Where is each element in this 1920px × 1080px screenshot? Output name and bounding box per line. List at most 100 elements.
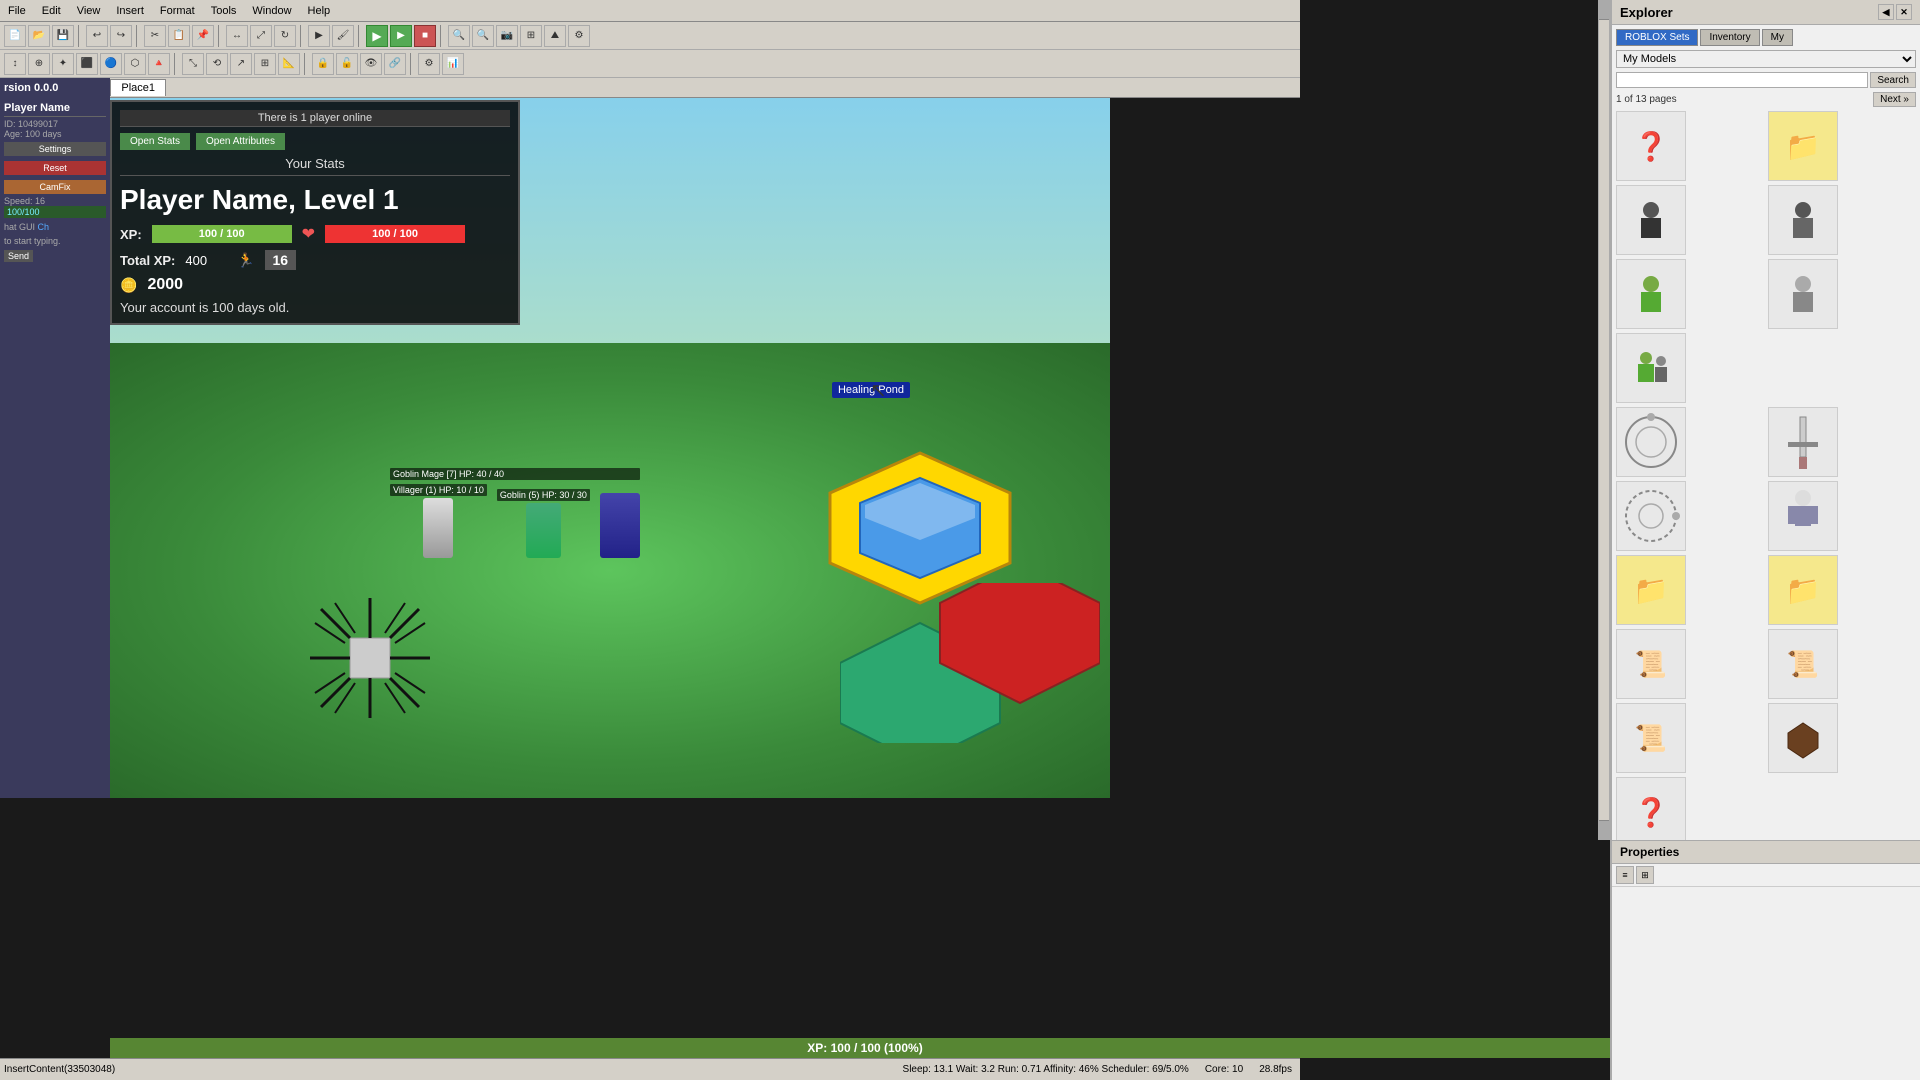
tb2-3[interactable]: ✦ — [52, 53, 74, 75]
search-input[interactable] — [1616, 72, 1868, 88]
model-thumb-question[interactable]: ❓ — [1616, 777, 1686, 847]
next-page-btn[interactable]: Next » — [1873, 92, 1916, 107]
model-thumb-5[interactable] — [1616, 259, 1686, 329]
model-thumb-4[interactable] — [1768, 185, 1838, 255]
model-thumb-orbit2[interactable] — [1616, 481, 1686, 551]
explorer-panel: Explorer ◀ ✕ ROBLOX Sets Inventory My My… — [1610, 0, 1920, 840]
tb-grid[interactable]: ⊞ — [520, 25, 542, 47]
menu-view[interactable]: View — [69, 3, 109, 19]
tb-undo[interactable]: ↩ — [86, 25, 108, 47]
tb2-5[interactable]: 🔵 — [100, 53, 122, 75]
play-button[interactable]: ▶ — [366, 25, 388, 47]
tb-paint[interactable]: 🖌 — [332, 25, 354, 47]
tb-save[interactable]: 💾 — [52, 25, 74, 47]
tb-select[interactable]: ▶ — [308, 25, 330, 47]
tb2-17[interactable]: ⚙ — [418, 53, 440, 75]
tb-cut[interactable]: ✂ — [144, 25, 166, 47]
tb2-9[interactable]: ⟲ — [206, 53, 228, 75]
statusbar-cores: Core: 10 — [1197, 1064, 1251, 1075]
gold-row: 🪙 2000 — [120, 276, 510, 294]
tab-place1[interactable]: Place1 — [110, 79, 166, 96]
open-attributes-btn[interactable]: Open Attributes — [196, 133, 285, 150]
explorer-pin-btn[interactable]: ◀ — [1878, 4, 1894, 20]
models-select[interactable]: My Models — [1616, 50, 1916, 68]
model-thumb-scroll1[interactable]: 📜 — [1616, 629, 1686, 699]
tb2-12[interactable]: 📐 — [278, 53, 300, 75]
tb-rotate[interactable]: ↻ — [274, 25, 296, 47]
tb2-10[interactable]: ↗ — [230, 53, 252, 75]
tb-terrain[interactable]: ⛰ — [544, 25, 566, 47]
lp-age: Age: 100 days — [4, 129, 106, 139]
tab-inventory[interactable]: Inventory — [1700, 29, 1759, 46]
menu-tools[interactable]: Tools — [203, 3, 245, 19]
menu-edit[interactable]: Edit — [34, 3, 69, 19]
search-button[interactable]: Search — [1870, 72, 1916, 88]
model-thumb-3[interactable] — [1616, 185, 1686, 255]
statusbar-left: InsertContent(33503048) — [0, 1064, 895, 1075]
model-thumb-scroll3[interactable]: 📜 — [1616, 703, 1686, 773]
tab-roblox-sets[interactable]: ROBLOX Sets — [1616, 29, 1698, 46]
tb-camera[interactable]: 📷 — [496, 25, 518, 47]
total-xp-value: 400 — [185, 253, 207, 268]
model-thumb-orbit1[interactable] — [1616, 407, 1686, 477]
open-stats-btn[interactable]: Open Stats — [120, 133, 190, 150]
statusbar-right: Sleep: 13.1 Wait: 3.2 Run: 0.71 Affinity… — [895, 1064, 1197, 1075]
tb-scale[interactable]: ⤢ — [250, 25, 272, 47]
tb-move[interactable]: ↔ — [226, 25, 248, 47]
tb2-16[interactable]: 🔗 — [384, 53, 406, 75]
lp-camfix-btn[interactable]: CamFix — [4, 180, 106, 194]
tb-zoom-in[interactable]: 🔍 — [448, 25, 470, 47]
lp-send-btn[interactable]: Send — [4, 250, 33, 262]
tb2-6[interactable]: ⬡ — [124, 53, 146, 75]
tb-open[interactable]: 📂 — [28, 25, 50, 47]
tb-copy[interactable]: 📋 — [168, 25, 190, 47]
tb2-4[interactable]: ⬛ — [76, 53, 98, 75]
model-thumb-folder2[interactable]: 📁 — [1768, 555, 1838, 625]
explorer-header: Explorer ◀ ✕ — [1612, 0, 1920, 25]
explorer-close-btn[interactable]: ✕ — [1896, 4, 1912, 20]
stop-button[interactable]: ■ — [414, 25, 436, 47]
pp-sort-btn[interactable]: ≡ — [1616, 866, 1634, 884]
scroll3-icon: 📜 — [1635, 723, 1667, 754]
level-icon: 🏃 — [237, 252, 254, 269]
tb-zoom-out[interactable]: 🔍 — [472, 25, 494, 47]
model-thumb-1[interactable]: ❓ — [1616, 111, 1686, 181]
model-thumb-brown-block[interactable] — [1768, 703, 1838, 773]
menu-window[interactable]: Window — [244, 3, 299, 19]
play-here-button[interactable]: ▶ — [390, 25, 412, 47]
tb-settings[interactable]: ⚙ — [568, 25, 590, 47]
model-thumb-scroll2[interactable]: 📜 — [1768, 629, 1838, 699]
npc-group: Goblin Mage [7] HP: 40 / 40 Villager (1)… — [390, 468, 640, 558]
model-thumb-sword1[interactable] — [1768, 407, 1838, 477]
model-thumb-6[interactable] — [1768, 259, 1838, 329]
menu-help[interactable]: Help — [300, 3, 339, 19]
tb2-7[interactable]: 🔺 — [148, 53, 170, 75]
tb2-14[interactable]: 🔓 — [336, 53, 358, 75]
tb2-18[interactable]: 📊 — [442, 53, 464, 75]
tab-my[interactable]: My — [1762, 29, 1793, 46]
tb2-2[interactable]: ⊕ — [28, 53, 50, 75]
menu-insert[interactable]: Insert — [108, 3, 152, 19]
model-thumb-1-icon: ❓ — [1634, 130, 1669, 163]
menu-format[interactable]: Format — [152, 3, 203, 19]
model-thumb-figure1[interactable] — [1768, 481, 1838, 551]
tb2-15[interactable]: 👁 — [360, 53, 382, 75]
menu-file[interactable]: File — [0, 3, 34, 19]
gold-coin-icon: 🪙 — [120, 277, 137, 294]
pp-grid-btn[interactable]: ⊞ — [1636, 866, 1654, 884]
lp-reset-btn[interactable]: Reset — [4, 161, 106, 175]
lp-chat-label: hat GUI Ch — [4, 222, 106, 232]
tb-paste[interactable]: 📌 — [192, 25, 214, 47]
lp-settings-btn[interactable]: Settings — [4, 142, 106, 156]
right-scrollbar[interactable] — [1598, 0, 1610, 840]
model-thumb-2[interactable]: 📁 — [1768, 111, 1838, 181]
tb-new[interactable]: 📄 — [4, 25, 26, 47]
tb2-11[interactable]: ⊞ — [254, 53, 276, 75]
statusbar: InsertContent(33503048) Sleep: 13.1 Wait… — [0, 1058, 1300, 1080]
tb2-13[interactable]: 🔒 — [312, 53, 334, 75]
tb-redo[interactable]: ↪ — [110, 25, 132, 47]
model-thumb-7[interactable] — [1616, 333, 1686, 403]
tb2-8[interactable]: ⤡ — [182, 53, 204, 75]
tb2-1[interactable]: ↕ — [4, 53, 26, 75]
model-thumb-folder1[interactable]: 📁 — [1616, 555, 1686, 625]
